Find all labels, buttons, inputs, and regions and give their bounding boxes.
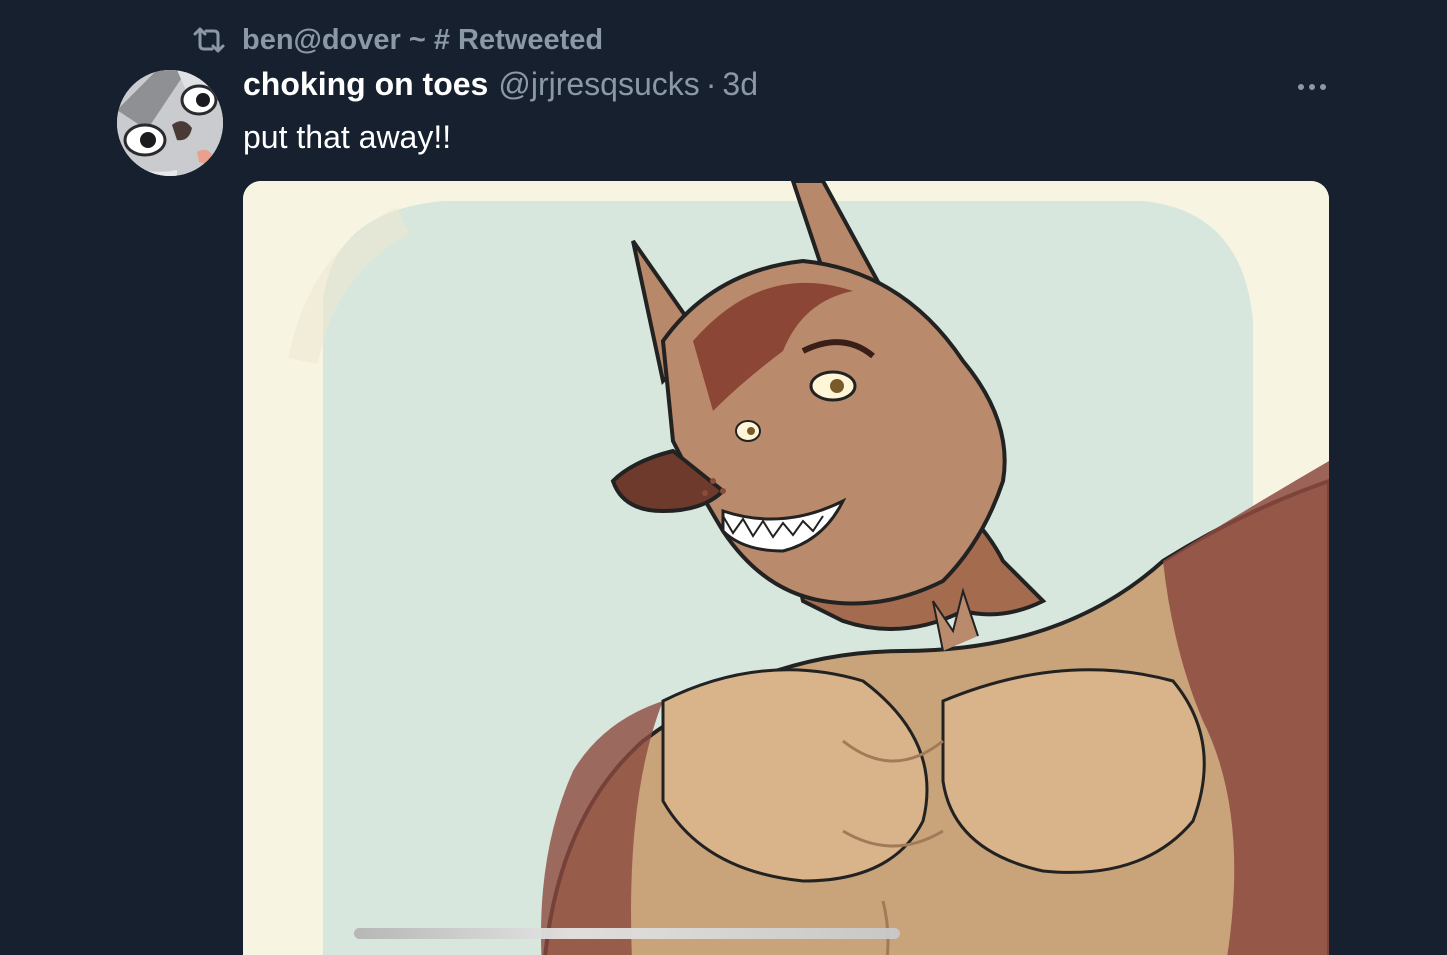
timeline-screen: ben@dover ~ # Retweeted choking on toes … [0,0,1447,955]
more-horizontal-icon [1298,84,1326,90]
tweet-header: choking on toes @jrjresqsucks · 3d [243,66,758,108]
tweet-text: put that away!! [243,119,452,155]
separator-dot: · [705,66,717,102]
more-options-button[interactable] [1290,72,1334,102]
horizontal-scrollbar[interactable] [354,928,900,939]
avatar-image [117,70,223,176]
user-handle[interactable]: @jrjresqsucks [498,66,699,103]
retweet-context[interactable]: ben@dover ~ # Retweeted [192,20,603,60]
display-name[interactable]: choking on toes [243,66,488,103]
wolf-illustration [243,181,1329,955]
retweet-icon [193,27,225,53]
tweet-timestamp[interactable]: 3d [722,66,758,103]
avatar[interactable] [117,70,223,176]
retweet-label: ben@dover ~ # Retweeted [242,23,604,56]
tweet-media[interactable] [243,181,1329,955]
